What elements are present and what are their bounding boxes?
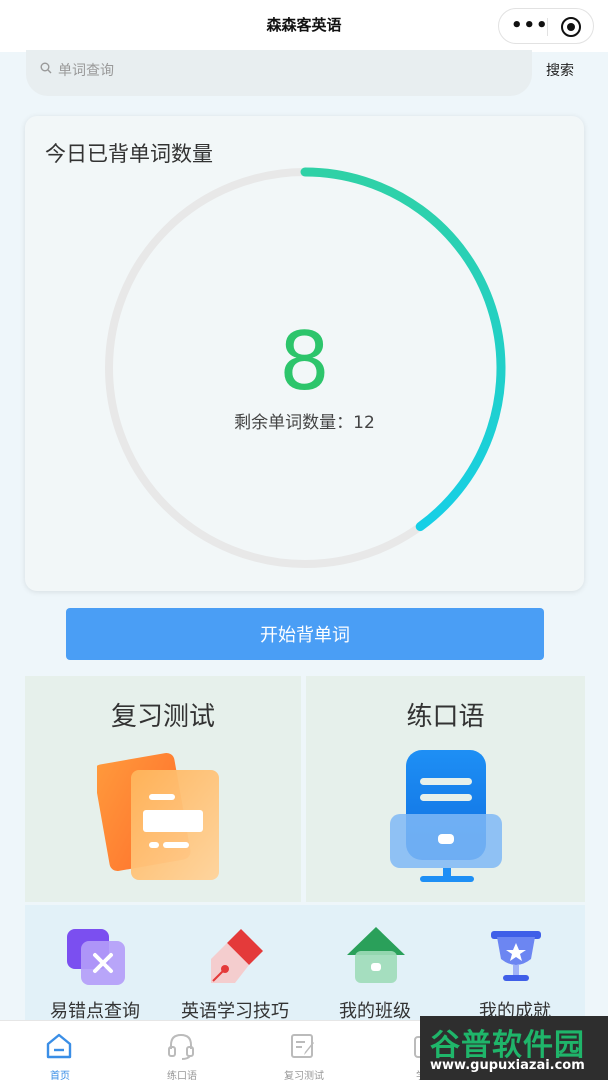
remaining-count: 剩余单词数量：12 <box>234 413 375 433</box>
pen-icon <box>211 929 263 983</box>
close-target-icon[interactable] <box>561 17 581 37</box>
tool-error-query[interactable]: 易错点查询 <box>25 925 165 1022</box>
search-icon <box>40 62 52 78</box>
tab-label: 练口语 <box>167 1071 197 1080</box>
speaking-panel[interactable]: 练口语 <box>306 676 585 902</box>
tool-learning-tips[interactable]: 英语学习技巧 <box>165 925 305 1022</box>
tab-home[interactable]: 首页 <box>0 1027 120 1080</box>
edit-icon <box>291 1034 314 1058</box>
capsule-divider <box>547 18 548 36</box>
home-icon <box>46 1033 72 1059</box>
watermark-logo: 谷普软件园 www.gupuxiazai.com <box>420 1016 608 1080</box>
start-memorize-button[interactable]: 开始背单词 <box>66 608 544 660</box>
tool-achievements[interactable]: 我的成就 <box>445 925 585 1022</box>
trophy-icon <box>491 931 541 981</box>
tab-label: 复习测试 <box>284 1071 324 1080</box>
tab-review-test[interactable]: 复习测试 <box>244 1027 364 1080</box>
review-test-panel[interactable]: 复习测试 <box>25 676 301 902</box>
daily-count-card: 今日已背单词数量 8 剩余单词数量：12 <box>25 116 584 591</box>
search-box <box>26 50 532 96</box>
panel-title-speaking: 练口语 <box>406 702 485 732</box>
microphone-icon <box>390 750 502 882</box>
panel-title-review: 复习测试 <box>110 702 215 732</box>
learned-count: 8 <box>279 315 330 408</box>
mini-program-capsule: ••• <box>498 8 594 44</box>
search-button[interactable]: 搜索 <box>546 60 574 80</box>
title-bar: 森森客英语 ••• <box>0 0 608 52</box>
card-title: 今日已背单词数量 <box>45 142 213 166</box>
error-card-icon <box>67 929 125 985</box>
tab-speaking[interactable]: 练口语 <box>122 1027 242 1080</box>
house-icon <box>347 927 405 983</box>
tools-row: 易错点查询 英语学习技巧 我的班级 我的成就 <box>25 905 585 1023</box>
search-input[interactable] <box>58 59 458 83</box>
more-icon[interactable]: ••• <box>511 15 549 36</box>
tool-my-class[interactable]: 我的班级 <box>305 925 445 1022</box>
flashcard-icon <box>97 752 219 880</box>
tab-label: 首页 <box>50 1071 70 1080</box>
watermark-url: www.gupuxiazai.com <box>430 1058 585 1073</box>
headset-icon <box>168 1033 194 1060</box>
